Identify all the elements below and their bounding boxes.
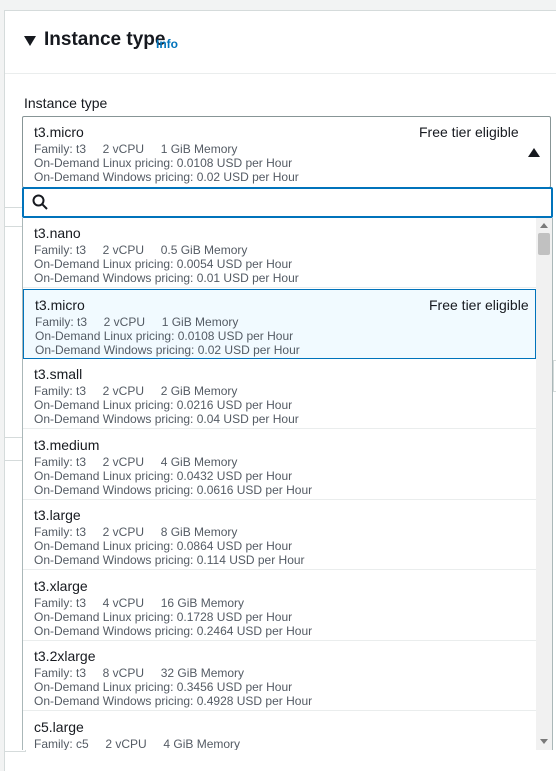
instance-meta: Family: c5 2 vCPU 4 GiB Memory — [34, 736, 241, 751]
instance-option[interactable]: t3.small Family: t3 2 vCPU 2 GiB Memory On… — [23, 359, 536, 429]
instance-option[interactable]: t3.nano Family: t3 2 vCPU 0.5 GiB Memory O… — [23, 218, 536, 288]
instance-meta: Family: t3 8 vCPU 32 GiB Memory — [34, 666, 245, 680]
instance-meta: Family: t3 4 vCPU 16 GiB Memory — [34, 595, 245, 610]
section-header[interactable]: Instance type Info — [5, 11, 556, 74]
caret-down-icon[interactable] — [24, 36, 36, 46]
instance-name: t3.micro — [35, 296, 85, 313]
instance-name: t3.xlarge — [34, 577, 88, 594]
linux-pricing: On-Demand Linux pricing: 0.0216 USD per … — [34, 398, 293, 412]
section-title: Instance type — [44, 29, 166, 50]
scrollbar-thumb[interactable] — [538, 233, 550, 255]
linux-pricing: On-Demand Linux pricing: 0.3456 USD per … — [34, 680, 293, 694]
scroll-down-icon[interactable] — [540, 739, 548, 744]
instance-name: t3.medium — [34, 436, 100, 453]
instance-name: c5.large — [34, 718, 84, 735]
instance-option[interactable]: t3.micro Free tier eligible Family: t3 2 v… — [23, 288, 536, 359]
windows-pricing: On-Demand Windows pricing: 0.114 USD per… — [34, 553, 305, 567]
instance-option[interactable]: c5.large Family: c5 2 vCPU 4 GiB Memory — [23, 712, 536, 751]
instance-options-list: t3.nano Family: t3 2 vCPU 0.5 GiB Memory O… — [22, 218, 553, 750]
windows-pricing: On-Demand Windows pricing: 0.04 USD per … — [34, 412, 299, 426]
instance-meta: Family: t3 2 vCPU 0.5 GiB Memory — [34, 243, 248, 257]
windows-pricing: On-Demand Windows pricing: 0.4928 USD pe… — [34, 694, 313, 708]
instance-option[interactable]: t3.large Family: t3 2 vCPU 8 GiB Memory On… — [23, 500, 536, 570]
selected-linux-pricing: On-Demand Linux pricing: 0.0108 USD per … — [34, 156, 293, 170]
linux-pricing: On-Demand Linux pricing: 0.0108 USD per … — [35, 328, 294, 343]
scrollbar[interactable] — [536, 218, 552, 750]
instance-name: t3.small — [34, 366, 83, 382]
instance-type-select[interactable]: t3.micro Free tier eligible Family: t3 2… — [22, 116, 551, 188]
search-icon — [32, 194, 48, 210]
instance-meta: Family: t3 2 vCPU 4 GiB Memory — [34, 454, 238, 469]
background-divider — [4, 207, 24, 208]
linux-pricing: On-Demand Linux pricing: 0.0864 USD per … — [34, 539, 293, 553]
field-label: Instance type — [24, 95, 108, 111]
instance-meta: Family: t3 2 vCPU 1 GiB Memory — [35, 314, 239, 329]
instance-name: t3.large — [34, 507, 81, 523]
instance-name: t3.nano — [34, 225, 81, 241]
instance-meta: Family: t3 2 vCPU 2 GiB Memory — [34, 384, 238, 398]
collapse-triangle-icon[interactable] — [528, 148, 540, 157]
windows-pricing: On-Demand Windows pricing: 0.0616 USD pe… — [34, 482, 313, 497]
linux-pricing: On-Demand Linux pricing: 0.0432 USD per … — [34, 468, 293, 483]
selected-instance-name: t3.micro — [34, 124, 84, 140]
free-tier-label: Free tier eligible — [429, 296, 529, 313]
instance-option[interactable]: t3.2xlarge Family: t3 8 vCPU 32 GiB Memor… — [23, 641, 536, 711]
linux-pricing: On-Demand Linux pricing: 0.0054 USD per … — [34, 257, 293, 271]
windows-pricing: On-Demand Windows pricing: 0.02 USD per … — [35, 342, 300, 357]
search-input[interactable] — [56, 193, 536, 213]
selected-meta: Family: t3 2 vCPU 1 GiB Memory — [34, 142, 238, 156]
scroll-up-icon[interactable] — [540, 223, 548, 228]
info-link[interactable]: Info — [156, 37, 178, 51]
free-tier-label: Free tier eligible — [419, 124, 519, 140]
windows-pricing: On-Demand Windows pricing: 0.01 USD per … — [34, 271, 299, 285]
search-box[interactable] — [22, 187, 553, 218]
instance-name: t3.2xlarge — [34, 648, 96, 664]
instance-option[interactable]: t3.xlarge Family: t3 4 vCPU 16 GiB Memory… — [23, 571, 536, 641]
linux-pricing: On-Demand Linux pricing: 0.1728 USD per … — [34, 609, 293, 624]
instance-option[interactable]: t3.medium Family: t3 2 vCPU 4 GiB Memory O… — [23, 430, 536, 500]
windows-pricing: On-Demand Windows pricing: 0.2464 USD pe… — [34, 623, 313, 638]
selected-windows-pricing: On-Demand Windows pricing: 0.02 USD per … — [34, 170, 299, 184]
instance-meta: Family: t3 2 vCPU 8 GiB Memory — [34, 525, 238, 539]
